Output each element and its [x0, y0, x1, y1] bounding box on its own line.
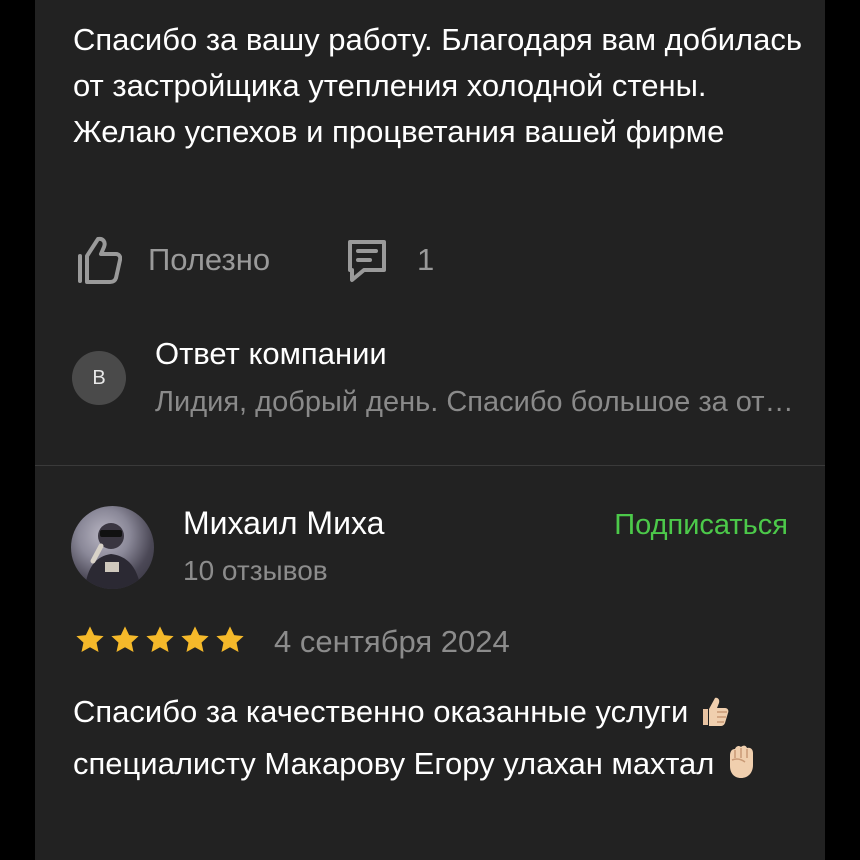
review-date: 4 сентября 2024 [274, 624, 510, 659]
author-name[interactable]: Михаил Миха [183, 502, 384, 544]
company-reply-title[interactable]: Ответ компании [155, 333, 387, 375]
star-icon [74, 624, 106, 656]
review-text: Спасибо за качественно оказанные услуги … [73, 689, 813, 793]
subscribe-button[interactable]: Подписаться [614, 504, 788, 546]
star-icon [214, 624, 246, 656]
star-icon [179, 624, 211, 656]
review-divider [35, 465, 825, 466]
thumbs-up-icon [78, 236, 122, 284]
star-icon [144, 624, 176, 656]
comments-button[interactable]: 1 [344, 234, 434, 286]
review-text: Спасибо за вашу работу. Благодаря вам до… [73, 22, 803, 149]
avatar[interactable] [71, 506, 154, 589]
thumbs-up-emoji-icon [697, 694, 731, 741]
review-text-part1: Спасибо за качественно оказанные услуги [73, 694, 689, 729]
helpful-button[interactable]: Полезно [76, 234, 270, 286]
author-reviews-count: 10 отзывов [183, 555, 328, 586]
raised-fist-emoji-icon [723, 742, 759, 793]
company-reply-preview[interactable]: Лидия, добрый день. Спасибо большое за о… [155, 381, 795, 423]
user-photo-icon [85, 523, 141, 589]
helpful-label: Полезно [148, 242, 271, 277]
rating-stars [74, 624, 246, 656]
star-icon [109, 624, 141, 656]
company-avatar: В [72, 351, 126, 405]
comment-icon [348, 240, 386, 282]
comments-count: 1 [417, 242, 435, 277]
review-text-part2: специалисту Макарову Егору улахан махтал [73, 746, 715, 781]
